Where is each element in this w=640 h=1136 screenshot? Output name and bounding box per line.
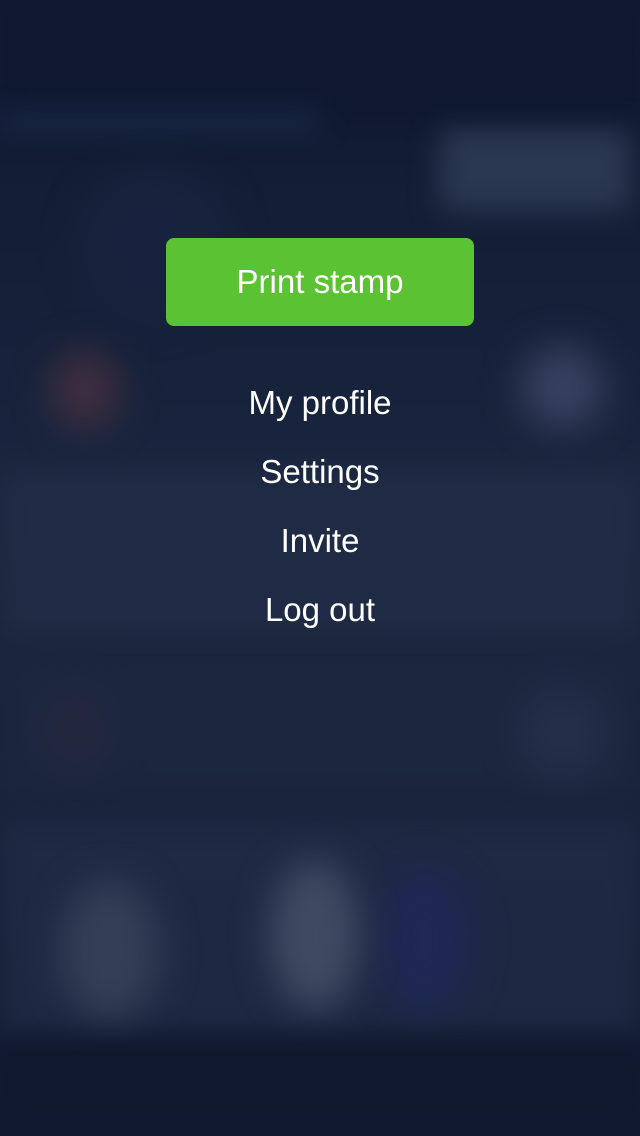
menu-item-log-out[interactable]: Log out bbox=[170, 584, 470, 636]
print-stamp-button[interactable]: Print stamp bbox=[166, 238, 474, 326]
side-menu: Print stamp My profile Settings Invite L… bbox=[0, 0, 640, 1136]
menu-item-my-profile[interactable]: My profile bbox=[170, 377, 470, 429]
menu-item-settings[interactable]: Settings bbox=[170, 446, 470, 498]
menu-item-invite[interactable]: Invite bbox=[170, 515, 470, 567]
